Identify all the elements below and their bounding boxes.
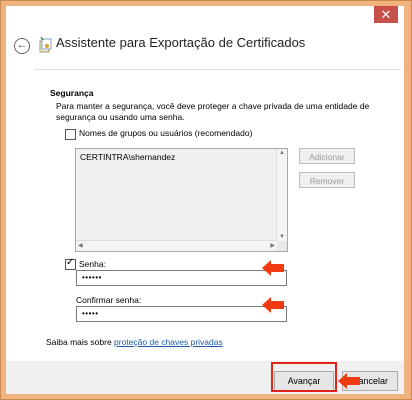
scroll-up-icon[interactable]: ▲ bbox=[279, 150, 285, 156]
confirm-password-arrow-icon bbox=[262, 297, 284, 313]
close-button[interactable]: ✕ bbox=[374, 6, 398, 23]
password-checkbox-label[interactable]: Senha: bbox=[79, 259, 106, 269]
more-info-line: Saiba mais sobre proteção de chaves priv… bbox=[46, 337, 223, 347]
close-icon: ✕ bbox=[380, 7, 392, 22]
wizard-window: ✕ ← Assistente para Exportação de Certif… bbox=[6, 6, 404, 394]
list-item[interactable]: CERTINTRA\shernandez bbox=[80, 152, 175, 162]
scroll-right-icon[interactable]: ▶ bbox=[270, 242, 275, 249]
password-checkbox[interactable] bbox=[65, 257, 76, 270]
more-info-prefix: Saiba mais sobre bbox=[46, 337, 115, 347]
remove-button[interactable]: Remover bbox=[299, 172, 355, 188]
groups-checkbox[interactable] bbox=[65, 129, 76, 140]
password-field[interactable]: •••••• bbox=[76, 270, 287, 286]
next-button-highlight bbox=[271, 362, 337, 392]
scrollbar-corner bbox=[277, 241, 287, 251]
security-description: Para manter a segurança, você deve prote… bbox=[56, 101, 370, 122]
content-panel: Segurança Para manter a segurança, você … bbox=[34, 69, 401, 356]
password-arrow-icon bbox=[262, 260, 284, 276]
vertical-scrollbar[interactable]: ▲ ▼ bbox=[276, 149, 287, 241]
add-button[interactable]: Adicionar bbox=[299, 148, 355, 164]
scroll-down-icon[interactable]: ▼ bbox=[279, 234, 285, 240]
next-button-arrow-icon bbox=[338, 373, 360, 389]
groups-listbox[interactable]: CERTINTRA\shernandez ▲ ▼ ◀ ▶ bbox=[75, 148, 288, 252]
scroll-left-icon[interactable]: ◀ bbox=[78, 242, 83, 249]
back-button[interactable]: ← bbox=[14, 38, 30, 54]
confirm-password-field[interactable]: ••••• bbox=[76, 306, 287, 322]
groups-checkbox-label[interactable]: Nomes de grupos ou usuários (recomendado… bbox=[79, 128, 252, 138]
wizard-title: Assistente para Exportação de Certificad… bbox=[56, 35, 306, 50]
confirm-password-label: Confirmar senha: bbox=[76, 295, 142, 305]
private-key-protection-link[interactable]: proteção de chaves privadas bbox=[114, 337, 223, 347]
horizontal-scrollbar[interactable]: ◀ ▶ bbox=[76, 240, 277, 251]
security-heading: Segurança bbox=[50, 88, 94, 98]
back-arrow-icon: ← bbox=[16, 39, 28, 51]
certificate-wizard-icon bbox=[39, 37, 52, 53]
